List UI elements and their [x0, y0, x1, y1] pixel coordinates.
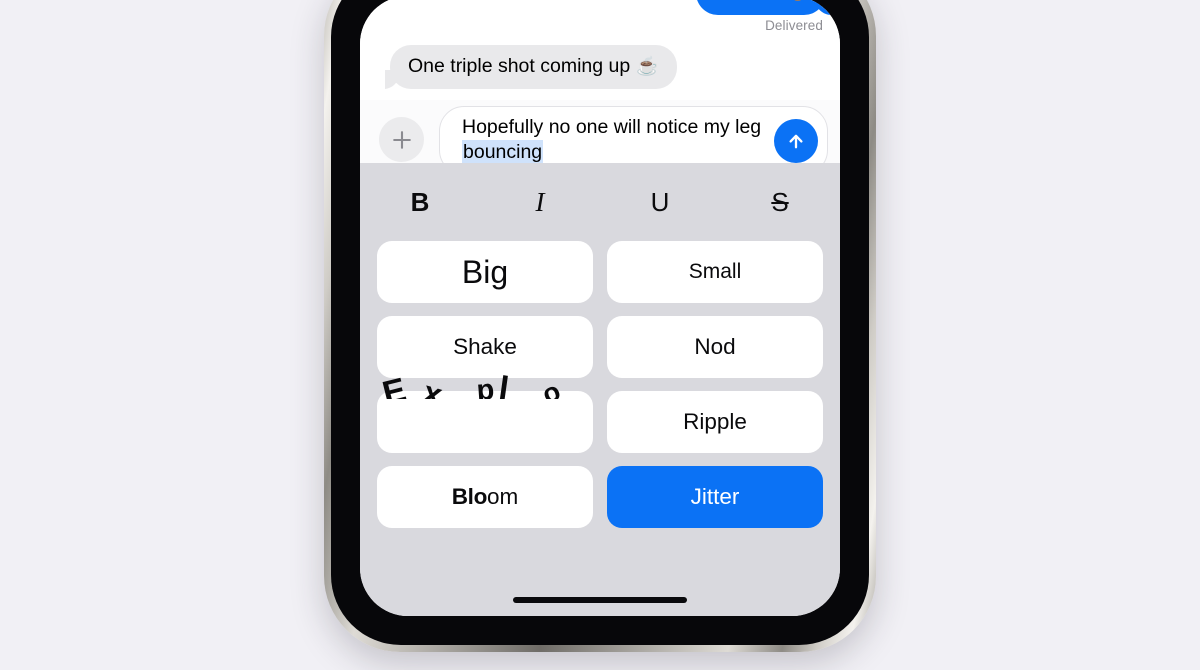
- bubble-tail-received: [385, 70, 402, 89]
- message-bubble-sent[interactable]: caffeine 🟠: [695, 0, 826, 15]
- phone-device-frame: caffeine 🟠 Delivered One triple shot comi…: [324, 0, 876, 652]
- text-effects-grid: Big Small Shake Nod E x p l o Ripple Blo…: [377, 241, 823, 528]
- received-message-text: One triple shot coming up: [408, 55, 631, 77]
- explode-letter: p: [475, 373, 496, 399]
- plus-icon[interactable]: [379, 117, 424, 162]
- bloom-bold-segment: Blo: [451, 484, 488, 509]
- message-bubble-received[interactable]: One triple shot coming up ☕: [390, 45, 677, 89]
- effect-bloom-button[interactable]: Blo om: [377, 466, 593, 528]
- effect-big-button[interactable]: Big: [377, 241, 593, 303]
- effect-jitter-button[interactable]: Jitter: [607, 466, 823, 528]
- explode-letter: x: [418, 374, 447, 399]
- effect-ripple-button[interactable]: Ripple: [607, 391, 823, 453]
- home-indicator[interactable]: [513, 597, 687, 603]
- explode-letter: o: [537, 375, 565, 399]
- format-bold-button[interactable]: B: [360, 187, 480, 218]
- draft-line-1: Hopefully no one will notice my leg: [462, 116, 762, 138]
- effect-explode-button[interactable]: E x p l o: [377, 370, 593, 453]
- screenshot-stage: caffeine 🟠 Delivered One triple shot comi…: [0, 0, 1200, 670]
- format-strikethrough-button[interactable]: S: [720, 187, 840, 218]
- coffee-cup-icon: ☕: [636, 56, 659, 76]
- effect-shake-button[interactable]: Shake: [377, 316, 593, 378]
- format-underline-button[interactable]: U: [600, 187, 720, 218]
- phone-screen: caffeine 🟠 Delivered One triple shot comi…: [360, 0, 840, 616]
- send-button[interactable]: [774, 119, 818, 163]
- draft-message-text: Hopefully no one will notice my leg boun…: [462, 115, 802, 165]
- text-effects-panel: B I U S Big Small Shake Nod E x p l o Ri…: [360, 163, 840, 616]
- sent-message-text: caffeine: [713, 0, 781, 2]
- effect-small-button[interactable]: Small: [607, 241, 823, 303]
- format-italic-button[interactable]: I: [480, 187, 600, 218]
- bloom-normal-segment: om: [487, 484, 519, 509]
- bubble-tail-sent: [812, 0, 830, 15]
- phone-bezel: caffeine 🟠 Delivered One triple shot comi…: [331, 0, 869, 645]
- draft-line-2-selected: bouncing: [462, 140, 544, 165]
- formatting-toolbar: B I U S: [360, 163, 840, 241]
- sent-message-emoji: 🟠: [787, 0, 809, 1]
- delivery-status: Delivered: [765, 18, 823, 33]
- effect-nod-button[interactable]: Nod: [607, 316, 823, 378]
